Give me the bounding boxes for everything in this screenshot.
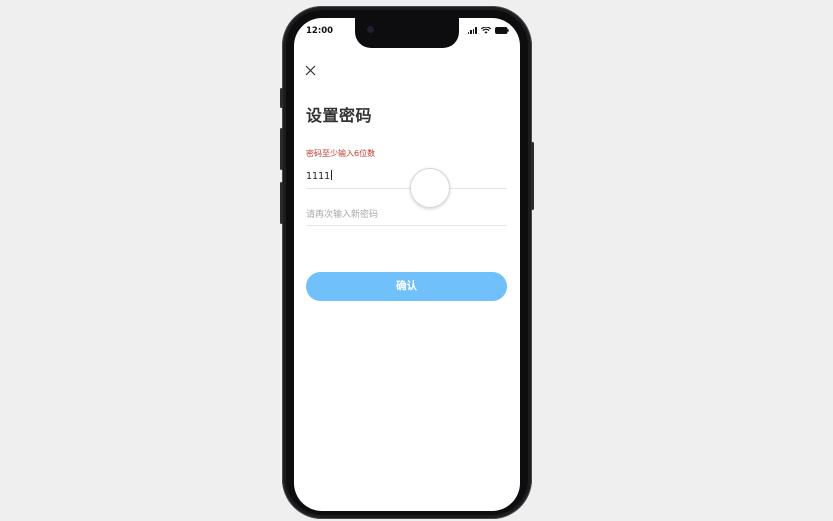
wifi-icon xyxy=(481,27,491,34)
silent-switch xyxy=(280,88,283,108)
touch-indicator xyxy=(410,168,450,208)
phone-frame: 12:00 设置密码 密码至少输入6位数 1111 请再次输入新密码 确认 xyxy=(280,6,534,519)
canvas: 12:00 设置密码 密码至少输入6位数 1111 请再次输入新密码 确认 xyxy=(0,0,833,521)
password-value: 1111 xyxy=(306,171,331,182)
page-title: 设置密码 xyxy=(306,106,373,125)
text-caret xyxy=(331,170,333,180)
signal-icon xyxy=(467,27,477,34)
camera-icon xyxy=(367,26,374,33)
notch xyxy=(355,18,459,48)
battery-icon xyxy=(495,27,509,34)
confirm-button[interactable]: 确认 xyxy=(306,272,507,301)
status-icons xyxy=(467,27,509,34)
volume-up-button xyxy=(280,128,283,170)
volume-down-button xyxy=(280,182,283,224)
confirm-password-placeholder: 请再次输入新密码 xyxy=(306,210,379,220)
status-time: 12:00 xyxy=(306,26,334,36)
confirm-password-field[interactable]: 请再次输入新密码 xyxy=(306,202,507,226)
password-error-message: 密码至少输入6位数 xyxy=(306,149,376,158)
password-field[interactable]: 1111 xyxy=(306,164,507,189)
close-icon[interactable] xyxy=(304,62,317,76)
power-button xyxy=(531,142,534,210)
phone-screen: 12:00 设置密码 密码至少输入6位数 1111 请再次输入新密码 确认 xyxy=(294,18,520,511)
